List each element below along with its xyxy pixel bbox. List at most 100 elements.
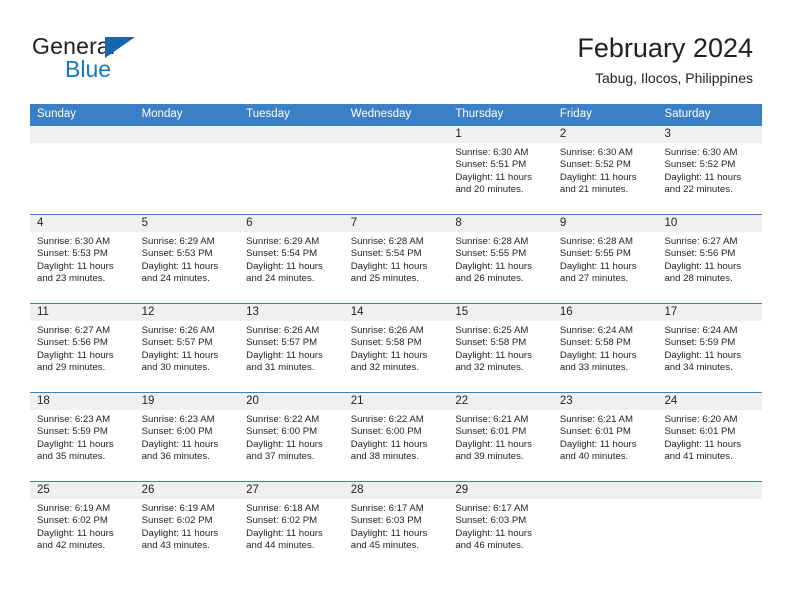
sunrise-text: Sunrise: 6:25 AM <box>455 325 529 336</box>
sunrise-text: Sunrise: 6:30 AM <box>664 147 738 158</box>
weekday-header-saturday: Saturday <box>664 108 711 120</box>
daylight-text-line1: Daylight: 11 hours <box>664 260 742 272</box>
day-cell[interactable]: 27 Sunrise: 6:18 AM Sunset: 6:02 PM Dayl… <box>239 482 344 570</box>
sunset-text: Sunset: 5:53 PM <box>141 248 213 260</box>
day-cell[interactable]: 25 Sunrise: 6:19 AM Sunset: 6:02 PM Dayl… <box>30 482 135 570</box>
day-cell[interactable]: 29 Sunrise: 6:17 AM Sunset: 6:03 PM Dayl… <box>448 482 553 570</box>
day-cell[interactable]: 13 Sunrise: 6:26 AM Sunset: 5:57 PM Dayl… <box>239 304 344 392</box>
sunset-text: Sunset: 5:54 PM <box>246 248 318 260</box>
sunset-text: Sunset: 5:58 PM <box>350 337 422 349</box>
daylight-text-line2: and 32 minutes. <box>455 361 524 373</box>
daylight-text-line1: Daylight: 11 hours <box>350 349 428 361</box>
sunrise-text: Sunrise: 6:18 AM <box>246 503 320 514</box>
daylight-text-line2: and 25 minutes. <box>350 272 420 284</box>
sunrise-text: Sunrise: 6:30 AM <box>559 147 633 158</box>
daylight-text-line2: and 38 minutes. <box>350 450 420 462</box>
daylight-text-line1: Daylight: 11 hours <box>350 527 428 539</box>
daylight-text-line1: Daylight: 11 hours <box>350 260 428 272</box>
sunset-text: Sunset: 5:55 PM <box>559 248 631 260</box>
daylight-text-line2: and 43 minutes. <box>141 539 210 551</box>
day-cell[interactable]: 7 Sunrise: 6:28 AM Sunset: 5:54 PM Dayli… <box>343 215 449 303</box>
daylight-text-line2: and 30 minutes. <box>141 361 210 373</box>
sunrise-text: Sunrise: 6:17 AM <box>455 503 529 514</box>
sunrise-text: Sunrise: 6:22 AM <box>350 414 424 425</box>
day-details: Sunrise: 6:17 AM Sunset: 6:03 PM Dayligh… <box>448 499 553 552</box>
day-number: 18 <box>37 395 50 407</box>
daylight-text-line1: Daylight: 11 hours <box>37 527 114 539</box>
day-cell[interactable]: 15 Sunrise: 6:25 AM Sunset: 5:58 PM Dayl… <box>448 304 553 392</box>
day-cell[interactable] <box>552 482 658 570</box>
day-cell[interactable] <box>657 482 763 570</box>
day-cell[interactable]: 19 Sunrise: 6:23 AM Sunset: 6:00 PM Dayl… <box>134 393 240 481</box>
day-cell[interactable] <box>343 126 449 214</box>
sunrise-text: Sunrise: 6:27 AM <box>664 236 738 247</box>
day-number: 14 <box>350 306 364 318</box>
day-number: 12 <box>141 306 155 318</box>
day-cell[interactable]: 12 Sunrise: 6:26 AM Sunset: 5:57 PM Dayl… <box>134 304 240 392</box>
day-details: Sunrise: 6:24 AM Sunset: 5:58 PM Dayligh… <box>553 321 658 374</box>
daylight-text-line1: Daylight: 11 hours <box>455 438 532 450</box>
daylight-text-line2: and 24 minutes. <box>246 272 315 284</box>
day-cell[interactable]: 2 Sunrise: 6:30 AM Sunset: 5:52 PM Dayli… <box>552 126 658 214</box>
day-cell[interactable]: 18 Sunrise: 6:23 AM Sunset: 5:59 PM Dayl… <box>30 393 135 481</box>
daylight-text-line2: and 31 minutes. <box>246 361 315 373</box>
day-cell[interactable]: 23 Sunrise: 6:21 AM Sunset: 6:01 PM Dayl… <box>552 393 658 481</box>
day-cell[interactable]: 24 Sunrise: 6:20 AM Sunset: 6:01 PM Dayl… <box>657 393 763 481</box>
day-cell[interactable]: 6 Sunrise: 6:29 AM Sunset: 5:54 PM Dayli… <box>239 215 344 303</box>
day-number: 15 <box>455 306 469 318</box>
sunrise-text: Sunrise: 6:26 AM <box>141 325 215 336</box>
day-cell[interactable]: 1 Sunrise: 6:30 AM Sunset: 5:51 PM Dayli… <box>448 126 553 214</box>
day-cell[interactable]: 26 Sunrise: 6:19 AM Sunset: 6:02 PM Dayl… <box>134 482 240 570</box>
day-number: 17 <box>664 306 678 318</box>
day-number: 19 <box>141 395 155 407</box>
day-cell[interactable]: 21 Sunrise: 6:22 AM Sunset: 6:00 PM Dayl… <box>343 393 449 481</box>
day-number: 26 <box>141 484 155 496</box>
day-cell[interactable]: 3 Sunrise: 6:30 AM Sunset: 5:52 PM Dayli… <box>657 126 763 214</box>
day-cell[interactable]: 5 Sunrise: 6:29 AM Sunset: 5:53 PM Dayli… <box>134 215 240 303</box>
page-subtitle: Tabug, Ilocos, Philippines <box>595 70 753 86</box>
day-cell[interactable]: 16 Sunrise: 6:24 AM Sunset: 5:58 PM Dayl… <box>552 304 658 392</box>
general-blue-logo[interactable]: General Blue <box>32 33 272 91</box>
daylight-text-line1: Daylight: 11 hours <box>559 171 637 183</box>
day-cell[interactable]: 8 Sunrise: 6:28 AM Sunset: 5:55 PM Dayli… <box>448 215 553 303</box>
day-details: Sunrise: 6:21 AM Sunset: 6:01 PM Dayligh… <box>448 410 553 463</box>
daylight-text-line1: Daylight: 11 hours <box>141 260 219 272</box>
day-cell[interactable]: 4 Sunrise: 6:30 AM Sunset: 5:53 PM Dayli… <box>30 215 135 303</box>
day-cell[interactable]: 22 Sunrise: 6:21 AM Sunset: 6:01 PM Dayl… <box>448 393 553 481</box>
daylight-text-line1: Daylight: 11 hours <box>664 438 742 450</box>
daylight-text-line2: and 36 minutes. <box>141 450 210 462</box>
day-number: 25 <box>37 484 50 496</box>
day-cell[interactable]: 28 Sunrise: 6:17 AM Sunset: 6:03 PM Dayl… <box>343 482 449 570</box>
day-cell[interactable] <box>239 126 344 214</box>
sunset-text: Sunset: 6:00 PM <box>246 426 318 438</box>
sunrise-text: Sunrise: 6:30 AM <box>455 147 529 158</box>
daylight-text-line1: Daylight: 11 hours <box>455 527 532 539</box>
day-cell[interactable]: 14 Sunrise: 6:26 AM Sunset: 5:58 PM Dayl… <box>343 304 449 392</box>
daylight-text-line2: and 37 minutes. <box>246 450 315 462</box>
day-cell[interactable]: 9 Sunrise: 6:28 AM Sunset: 5:55 PM Dayli… <box>552 215 658 303</box>
day-number: 21 <box>350 395 364 407</box>
daylight-text-line2: and 21 minutes. <box>559 183 629 195</box>
sunrise-text: Sunrise: 6:28 AM <box>559 236 633 247</box>
title-block: February 2024 Tabug, Ilocos, Philippines <box>577 32 753 87</box>
day-cell[interactable]: 10 Sunrise: 6:27 AM Sunset: 5:56 PM Dayl… <box>657 215 763 303</box>
daylight-text-line1: Daylight: 11 hours <box>246 438 323 450</box>
day-details: Sunrise: 6:30 AM Sunset: 5:52 PM Dayligh… <box>657 143 762 196</box>
sunset-text: Sunset: 5:52 PM <box>559 159 631 171</box>
daylight-text-line2: and 32 minutes. <box>350 361 420 373</box>
day-cell[interactable]: 20 Sunrise: 6:22 AM Sunset: 6:00 PM Dayl… <box>239 393 344 481</box>
day-details: Sunrise: 6:22 AM Sunset: 6:00 PM Dayligh… <box>344 410 449 463</box>
day-number: 22 <box>455 395 469 407</box>
sunrise-text: Sunrise: 6:19 AM <box>37 503 111 514</box>
daylight-text-line1: Daylight: 11 hours <box>141 349 219 361</box>
day-details: Sunrise: 6:20 AM Sunset: 6:01 PM Dayligh… <box>657 410 762 463</box>
day-cell[interactable] <box>30 126 135 214</box>
daylight-text-line2: and 22 minutes. <box>664 183 733 195</box>
sunrise-text: Sunrise: 6:29 AM <box>246 236 320 247</box>
day-cell[interactable]: 17 Sunrise: 6:24 AM Sunset: 5:59 PM Dayl… <box>657 304 763 392</box>
sunrise-text: Sunrise: 6:24 AM <box>559 325 633 336</box>
day-cell[interactable] <box>134 126 240 214</box>
day-cell[interactable]: 11 Sunrise: 6:27 AM Sunset: 5:56 PM Dayl… <box>30 304 135 392</box>
day-details <box>344 143 449 147</box>
day-details: Sunrise: 6:25 AM Sunset: 5:58 PM Dayligh… <box>448 321 553 374</box>
